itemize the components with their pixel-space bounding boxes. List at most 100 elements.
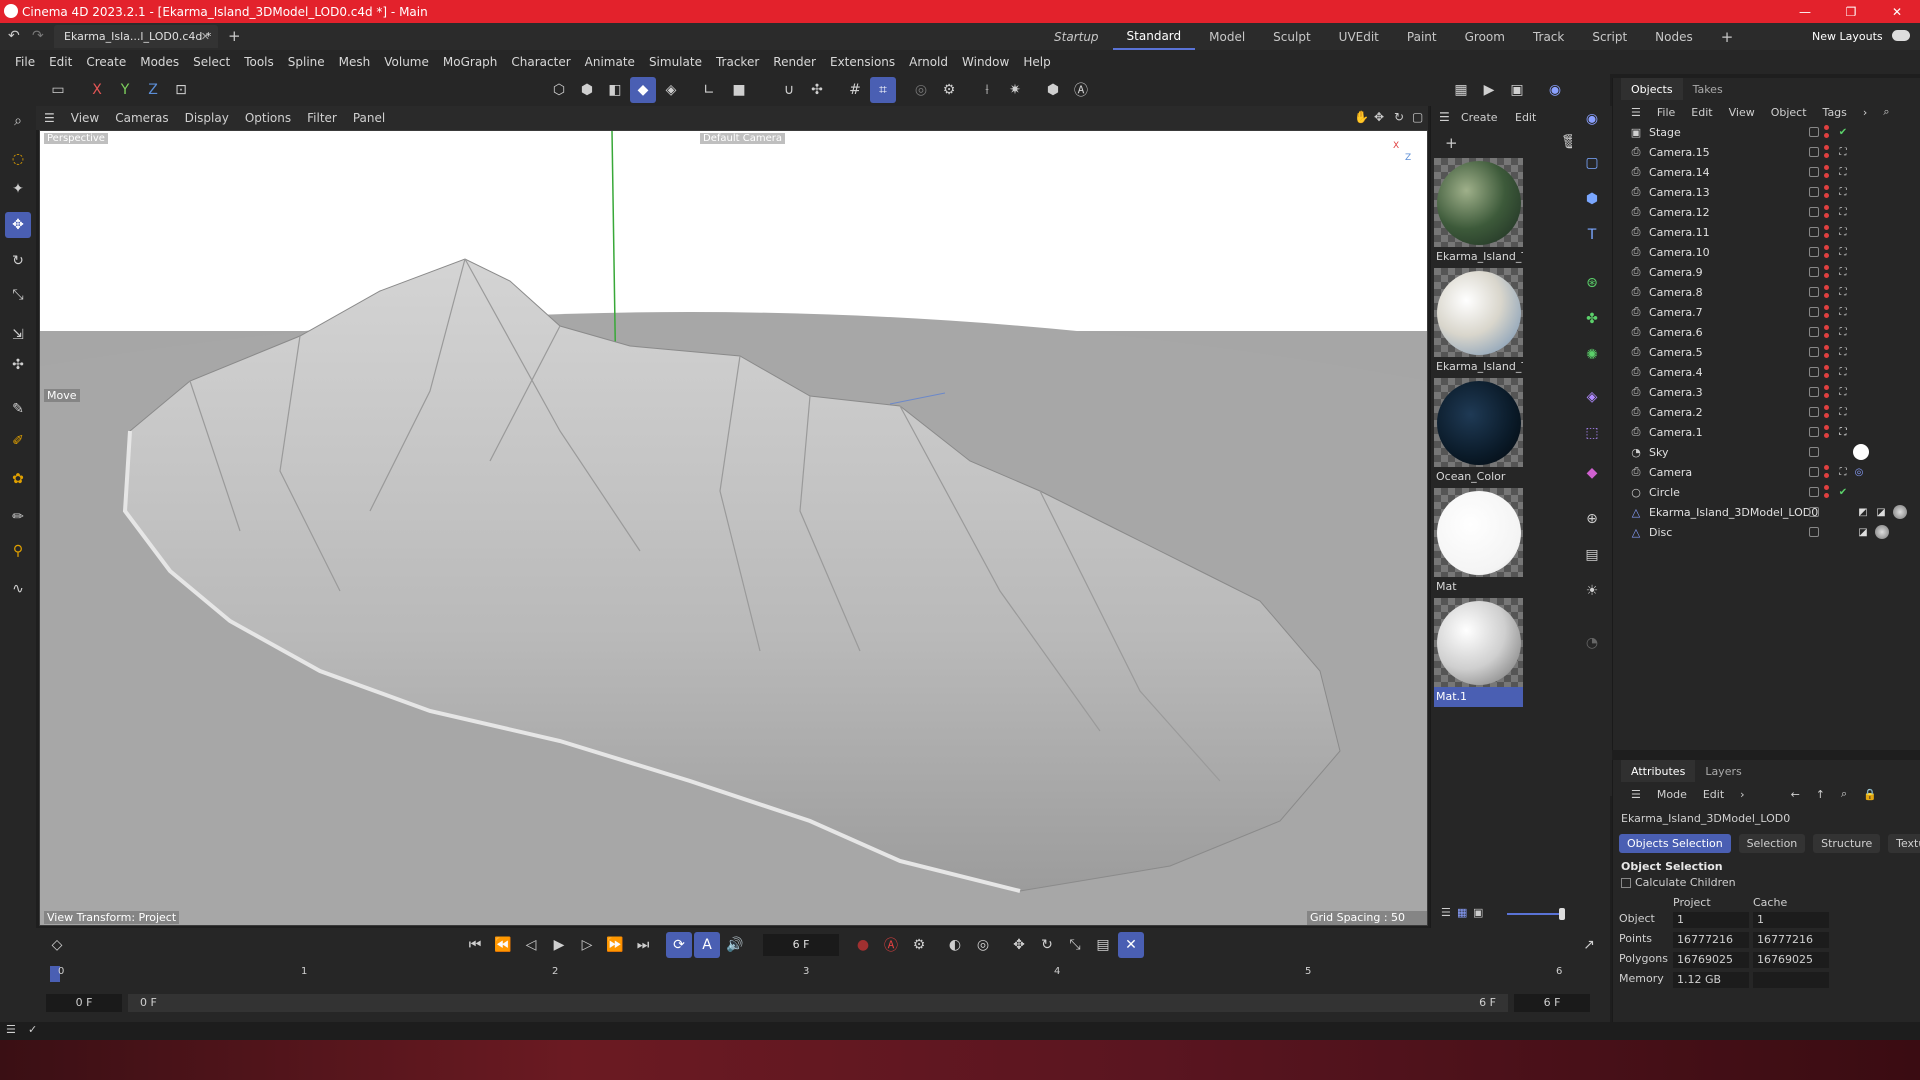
attributes-menu-icon[interactable]: ☰ [1623, 788, 1649, 801]
tweak-icon[interactable]: ✷ [1002, 77, 1028, 103]
position-key-icon[interactable]: ✥ [1006, 932, 1032, 958]
sculpt-tool-icon[interactable]: ⚲ [5, 538, 31, 564]
viewport-menu-panel[interactable]: Panel [345, 111, 393, 125]
objects-menu-object[interactable]: Object [1763, 106, 1815, 119]
menu-mesh[interactable]: Mesh [332, 55, 378, 69]
object-mode-icon[interactable]: ◆ [630, 77, 656, 103]
camera-tag-icon[interactable]: ⛶ [1837, 366, 1849, 378]
auto-icon[interactable]: Ⓐ [1068, 77, 1094, 103]
keyframe-icon[interactable]: ◇ [44, 932, 70, 958]
points-mode-icon[interactable]: ⬡ [546, 77, 572, 103]
minimize-icon[interactable]: — [1782, 0, 1828, 23]
object-row-camera[interactable]: ⎙ Camera.14 ⛶ [1613, 162, 1920, 182]
menu-extensions[interactable]: Extensions [823, 55, 902, 69]
grid-snap-icon[interactable]: # [842, 77, 868, 103]
layout-track[interactable]: Track [1519, 23, 1578, 50]
uv-mode-icon[interactable]: ◈ [658, 77, 684, 103]
camera-tag-icon[interactable]: ⛶ [1837, 386, 1849, 398]
text-object-icon[interactable]: T [1579, 222, 1605, 248]
viewport-menu-view[interactable]: View [63, 111, 107, 125]
menu-select[interactable]: Select [186, 55, 237, 69]
thumbnail-size-slider[interactable] [1507, 913, 1561, 915]
brush-tool-icon[interactable]: ✏ [5, 504, 31, 530]
camera-tag-icon[interactable]: ⛶ [1837, 266, 1849, 278]
menu-tracker[interactable]: Tracker [709, 55, 766, 69]
viewport-menu-filter[interactable]: Filter [299, 111, 345, 125]
y-axis-lock[interactable]: Y [112, 77, 138, 103]
live-selection-icon[interactable]: ◌ [5, 146, 31, 172]
camera-tag-icon[interactable]: ⛶ [1837, 466, 1849, 478]
check-icon[interactable]: ✔ [1837, 126, 1849, 138]
menu-edit[interactable]: Edit [42, 55, 79, 69]
paint-tool-icon[interactable]: ✿ [5, 466, 31, 492]
sound-icon[interactable]: 🔊 [722, 932, 748, 958]
cloner-icon[interactable]: ✤ [1579, 306, 1605, 332]
undo-icon[interactable]: ↶ [8, 28, 20, 44]
layout-groom[interactable]: Groom [1451, 23, 1519, 50]
menu-arnold[interactable]: Arnold [902, 55, 955, 69]
start-frame-field[interactable]: 0 F [46, 994, 122, 1012]
rotate-view-icon[interactable]: ↻ [1394, 110, 1404, 124]
objects-menu-view[interactable]: View [1721, 106, 1763, 119]
camera-tag-icon[interactable]: ⛶ [1837, 186, 1849, 198]
menu-simulate[interactable]: Simulate [642, 55, 709, 69]
grid-view-icon[interactable]: ▦ [1457, 906, 1467, 919]
camera-tag-icon[interactable]: ⛶ [1837, 146, 1849, 158]
close-icon[interactable]: ✕ [1874, 0, 1920, 23]
material-tag-icon[interactable] [1875, 525, 1889, 539]
object-row-camera[interactable]: ⎙ Camera.4 ⛶ [1613, 362, 1920, 382]
object-row-stage[interactable]: ▣ Stage ✔ [1613, 122, 1920, 142]
tab-objects-selection[interactable]: Objects Selection [1619, 834, 1731, 853]
tab-structure[interactable]: Structure [1813, 834, 1881, 853]
move-tool-icon[interactable]: ✥ [5, 212, 31, 238]
object-row-camera[interactable]: ⎙ Camera.6 ⛶ [1613, 322, 1920, 342]
x-axis-lock[interactable]: X [84, 77, 110, 103]
solo-icon[interactable]: ■ [726, 77, 752, 103]
current-frame-field[interactable]: 6 F [763, 934, 839, 956]
camera-tag-icon[interactable]: ⛶ [1837, 166, 1849, 178]
objects-menu-edit[interactable]: Edit [1683, 106, 1720, 119]
object-row-camera[interactable]: ⎙ Camera.7 ⛶ [1613, 302, 1920, 322]
object-row-camera[interactable]: ⎙ Camera.15 ⛶ [1613, 142, 1920, 162]
workplane-icon[interactable]: ◎ [908, 77, 934, 103]
add-material-icon[interactable]: + [1445, 134, 1458, 152]
object-row-disc[interactable]: △ Disc ◪ [1613, 522, 1920, 542]
tab-takes[interactable]: Takes [1683, 78, 1733, 100]
document-tab[interactable]: Ekarma_Isla...l_LOD0.c4d * ✕ [54, 25, 218, 48]
edges-mode-icon[interactable]: ⬢ [574, 77, 600, 103]
z-axis-lock[interactable]: Z [140, 77, 166, 103]
new-layouts-label[interactable]: New Layouts [1812, 30, 1883, 43]
rotate-tool-icon[interactable]: ↻ [5, 248, 31, 274]
menu-spline[interactable]: Spline [281, 55, 332, 69]
camera-tag-icon[interactable]: ⛶ [1837, 326, 1849, 338]
menu-modes[interactable]: Modes [133, 55, 186, 69]
object-row-sky[interactable]: ◔ Sky [1613, 442, 1920, 462]
camera-tag-icon[interactable]: ⛶ [1837, 286, 1849, 298]
viewport-menu-icon[interactable]: ☰ [36, 111, 63, 125]
add-tab-icon[interactable]: + [228, 27, 241, 45]
layout-nodes[interactable]: Nodes [1641, 23, 1707, 50]
loop-icon[interactable]: ⟳ [666, 932, 692, 958]
calculate-children-checkbox[interactable] [1621, 878, 1631, 888]
viewport-menu-cameras[interactable]: Cameras [107, 111, 176, 125]
tab-objects[interactable]: Objects [1621, 78, 1683, 100]
thumbnail-size-handle[interactable] [1559, 908, 1565, 920]
uvw-tag-icon[interactable]: ◪ [1857, 526, 1869, 538]
material-menu-icon[interactable]: ☰ [1439, 110, 1450, 124]
search-icon[interactable]: ⌕ [5, 108, 31, 134]
symmetry-icon[interactable]: ✣ [804, 77, 830, 103]
layout-sculpt[interactable]: Sculpt [1259, 23, 1324, 50]
maximize-icon[interactable]: ❐ [1828, 0, 1874, 23]
material-menu-create[interactable]: Create [1461, 111, 1498, 124]
point-level-animation-icon[interactable]: ✕ [1118, 932, 1144, 958]
axis-mode-icon[interactable]: ∟ [696, 77, 722, 103]
autokey-icon[interactable]: Ⓐ [878, 932, 904, 958]
frame-ruler[interactable]: 0 1 2 3 4 5 6 [50, 964, 1594, 984]
deformer-icon[interactable]: ◈ [1579, 384, 1605, 410]
magnet-icon[interactable]: ∪ [776, 77, 802, 103]
previous-frame-icon[interactable]: ◁ [518, 932, 544, 958]
cube-icon[interactable]: ⬢ [1579, 186, 1605, 212]
scale-key-icon[interactable]: ⤡ [1062, 932, 1088, 958]
uvw-tag-icon[interactable]: ◪ [1875, 506, 1887, 518]
object-row-camera[interactable]: ⎙ Camera.8 ⛶ [1613, 282, 1920, 302]
